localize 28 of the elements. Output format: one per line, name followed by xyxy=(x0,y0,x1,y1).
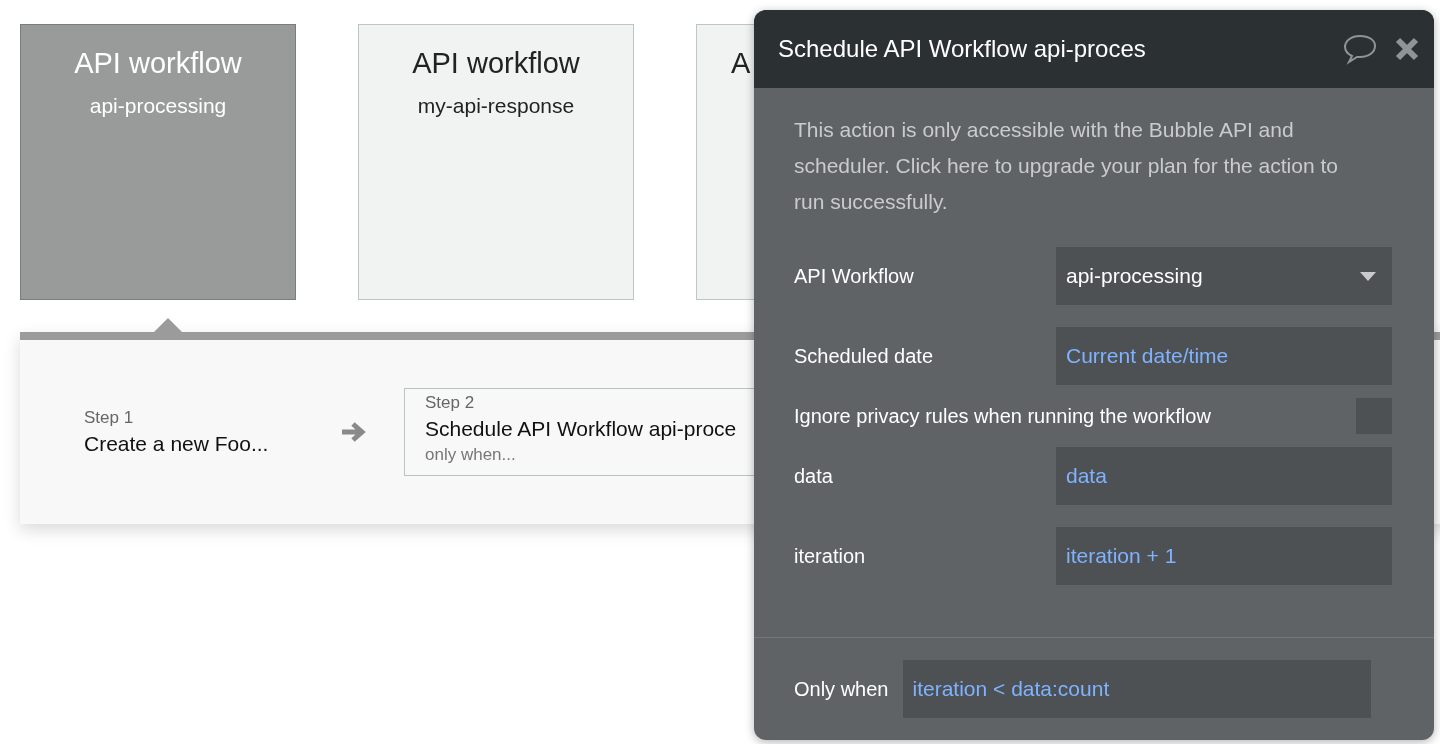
condition-field[interactable]: iteration < data:count xyxy=(902,660,1371,718)
workflow-card[interactable]: API workflow api-processing xyxy=(20,24,296,300)
card-subtitle: my-api-response xyxy=(417,94,575,118)
panel-title: Schedule API Workflow api-proces xyxy=(778,35,1147,63)
step-condition: only when... xyxy=(425,445,517,465)
field-label: Only when xyxy=(794,677,889,701)
step-label: Step 1 xyxy=(84,408,135,428)
step-label: Step 2 xyxy=(425,393,476,413)
field-label: iteration xyxy=(794,544,866,568)
step-title: Create a new Foo... xyxy=(84,432,269,456)
step-title: Schedule API Workflow api-proce xyxy=(425,417,737,441)
expression-field[interactable]: Current date/time xyxy=(1056,327,1392,385)
field-label: Scheduled date xyxy=(794,344,933,368)
arrow-icon xyxy=(340,420,368,444)
expression-field[interactable]: iteration + 1 xyxy=(1056,527,1392,585)
upgrade-notice[interactable]: This action is only accessible with the Bubble API and scheduler. Click here to upgrade your plan for the action to run successfully. xyxy=(794,112,1354,220)
card-title: A xyxy=(730,47,751,80)
workflow-dropdown[interactable]: api-processing xyxy=(1056,247,1392,305)
step-item[interactable]: Step 1 Create a new Foo... xyxy=(84,404,304,460)
card-title: API workflow xyxy=(74,47,242,80)
comment-icon[interactable] xyxy=(1342,33,1378,65)
field-label: API Workflow xyxy=(794,264,914,288)
caret-icon xyxy=(1360,271,1376,281)
expression-field[interactable]: data xyxy=(1056,447,1392,505)
card-title: API workflow xyxy=(412,47,580,80)
card-subtitle: api-processing xyxy=(89,94,227,118)
close-icon[interactable] xyxy=(1394,36,1420,62)
workflow-card[interactable]: API workflow my-api-response xyxy=(358,24,634,300)
